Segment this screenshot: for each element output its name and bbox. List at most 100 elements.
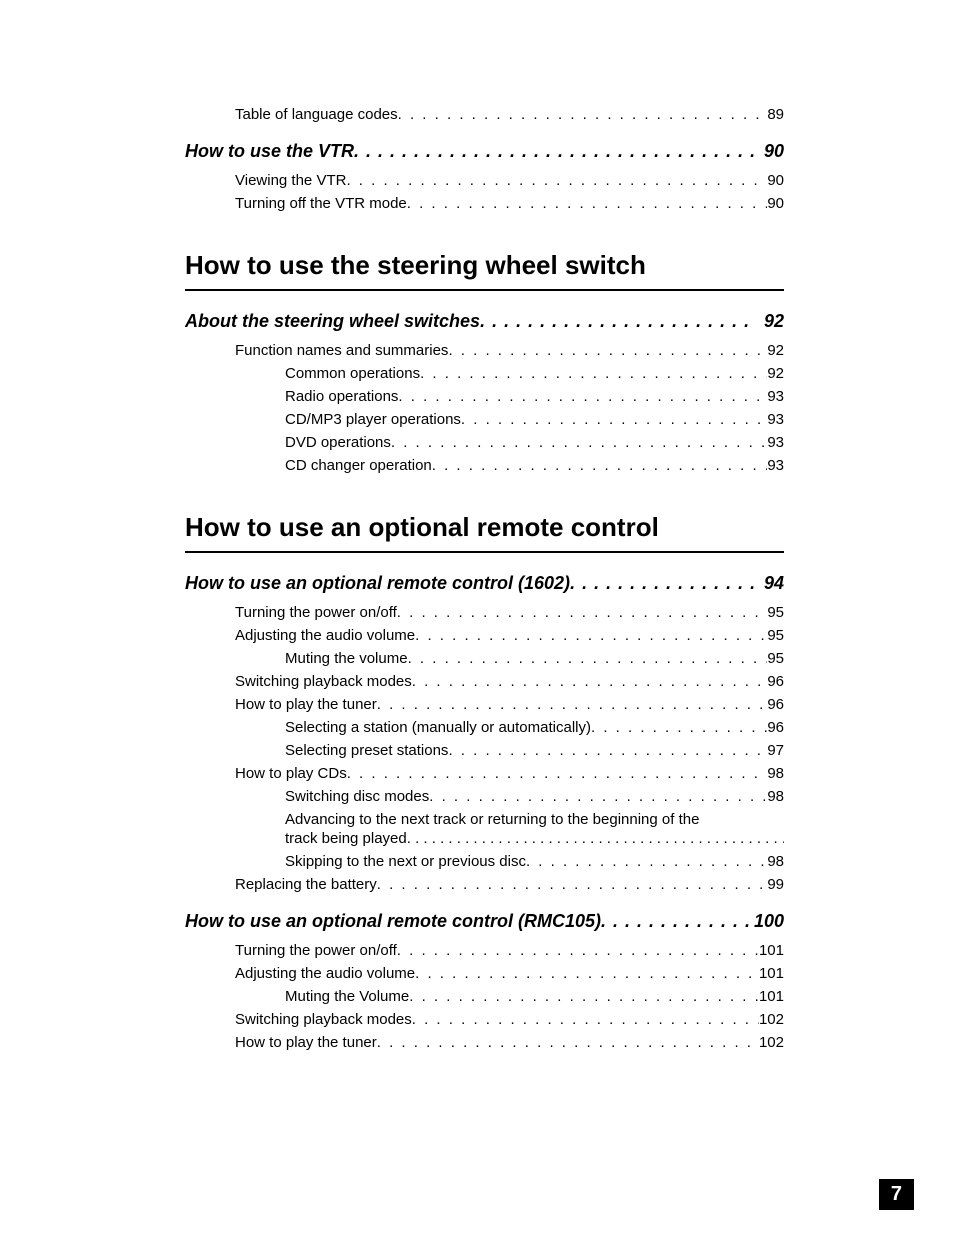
toc-section-title: How to use an optional remote control (R… [185,911,601,932]
toc-page-num: 98 [767,788,784,805]
toc-entry: How to play CDs 98 [235,765,784,782]
toc-entry-wrapped-cont: track being played 98 [285,830,784,847]
toc-leader [429,788,767,805]
toc-leader [397,604,768,621]
toc-leader [448,742,767,759]
toc-leader [480,311,754,332]
toc-entry-group: Turning the power on/off95 Adjusting the … [185,604,784,805]
toc-label: track being played [285,830,407,847]
toc-leader [415,627,767,644]
toc-entry: Turning off the VTR mode90 [235,195,784,212]
toc-label: CD changer operation [285,457,432,474]
toc-page-num: 98 [767,765,784,782]
chapter-heading-remote: How to use an optional remote control [185,512,784,553]
toc-page-num: 95 [767,627,784,644]
toc-label: Selecting preset stations [285,742,448,759]
toc-page-num: 90 [767,172,784,189]
toc-entry-group: Viewing the VTR 90 Turning off the VTR mod… [185,172,784,212]
toc-leader [407,195,768,212]
toc-entry: Replacing the battery 99 [235,876,784,893]
toc-section-remote-1602: How to use an optional remote control (1… [185,573,784,594]
toc-entry: Switching playback modes 102 [235,1011,784,1028]
toc-leader [407,830,784,847]
toc-label: How to play CDs [235,765,347,782]
toc-label: Adjusting the audio volume [235,627,415,644]
toc-label: DVD operations [285,434,391,451]
toc-leader [398,388,767,405]
toc-leader [397,942,759,959]
toc-page-num: 93 [767,388,784,405]
toc-entry: Viewing the VTR 90 [235,172,784,189]
toc-entry: Adjusting the audio volume101 [235,965,784,982]
toc-page-num: 101 [759,988,784,1005]
toc-section-title: How to use an optional remote control (1… [185,573,570,594]
toc-leader [398,106,768,123]
toc-page-num: 96 [767,719,784,736]
toc-entry: Switching playback modes96 [235,673,784,690]
toc-page-num: 97 [767,742,784,759]
toc-leader [526,853,767,870]
toc-page-num: 96 [767,673,784,690]
toc-label: Selecting a station (manually or automat… [285,719,591,736]
toc-section-vtr: How to use the VTR 90 [185,141,784,162]
toc-entry: Turning the power on/off95 [235,604,784,621]
toc-page-num: 100 [754,911,784,932]
toc-section-title: How to use the VTR [185,141,354,162]
toc-page: Table of language codes 89 How to use th… [0,0,954,1117]
toc-page-num: 102 [759,1011,784,1028]
toc-label: Radio operations [285,388,398,405]
toc-page-num: 102 [759,1034,784,1051]
toc-page-num: 96 [767,696,784,713]
toc-label: How to play the tuner [235,1034,377,1051]
toc-entry: CD changer operation 93 [285,457,784,474]
toc-label: Advancing to the next track or returning… [285,811,699,828]
toc-page-num: 92 [754,311,784,332]
toc-page-num: 99 [767,876,784,893]
toc-leader [412,673,768,690]
toc-leader [391,434,767,451]
toc-entry: Common operations 92 [285,365,784,382]
toc-page-num: 95 [767,650,784,667]
toc-entry: Adjusting the audio volume 95 [235,627,784,644]
toc-entry: Selecting a station (manually or automat… [285,719,784,736]
toc-entry: Function names and summaries92 [235,342,784,359]
toc-page-num: 93 [767,434,784,451]
toc-leader [347,765,768,782]
toc-section-title: About the steering wheel switches [185,311,480,332]
toc-label: Turning the power on/off [235,942,397,959]
toc-entry: Skipping to the next or previous disc98 [285,853,784,870]
toc-leader [377,876,768,893]
toc-section-remote-rmc105: How to use an optional remote control (R… [185,911,784,932]
toc-label: Skipping to the next or previous disc [285,853,526,870]
toc-leader [591,719,767,736]
toc-entry-group: Turning the power on/off101Adjusting the… [185,942,784,1051]
toc-label: Muting the Volume [285,988,409,1005]
toc-leader [377,696,768,713]
toc-label: Turning off the VTR mode [235,195,407,212]
toc-page-num: 93 [767,457,784,474]
toc-entry: Selecting preset stations 97 [285,742,784,759]
toc-label: Viewing the VTR [235,172,346,189]
toc-leader [354,141,754,162]
toc-entry: Muting the volume95 [285,650,784,667]
toc-leader [601,911,754,932]
toc-entry: CD/MP3 player operations93 [285,411,784,428]
toc-label: Common operations [285,365,420,382]
toc-page-num: 93 [767,411,784,428]
toc-page-num: 101 [759,942,784,959]
toc-entry: How to play the tuner96 [235,696,784,713]
toc-leader [412,1011,759,1028]
toc-entry-wrapped: Advancing to the next track or returning… [285,811,784,828]
toc-leader [570,573,754,594]
toc-page-num: 101 [759,965,784,982]
toc-page-num: 90 [754,141,784,162]
toc-leader [448,342,767,359]
toc-leader [377,1034,759,1051]
toc-label: Replacing the battery [235,876,377,893]
toc-label: Switching playback modes [235,1011,412,1028]
toc-leader [346,172,767,189]
toc-page-num: 92 [767,365,784,382]
toc-leader [415,965,759,982]
toc-entry-group: Function names and summaries92 Common ope… [185,342,784,474]
page-number: 7 [879,1179,914,1210]
